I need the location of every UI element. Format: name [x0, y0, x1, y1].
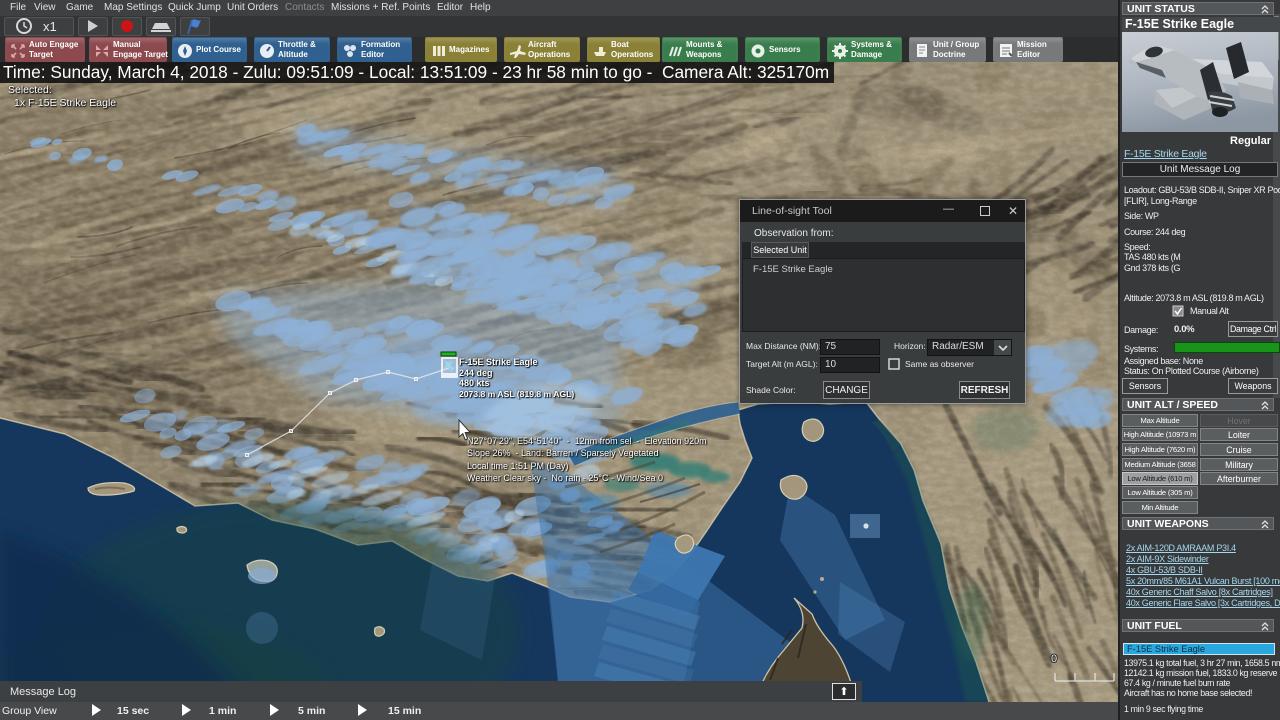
svg-text:0: 0 — [1051, 653, 1057, 665]
svg-text:x1: x1 — [43, 19, 57, 34]
